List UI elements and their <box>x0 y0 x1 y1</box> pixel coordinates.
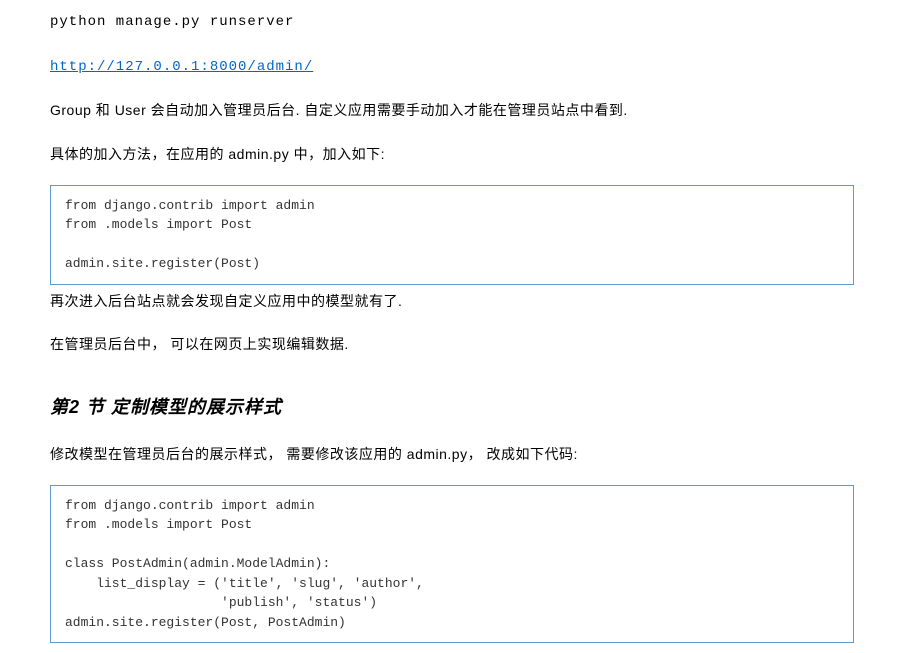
paragraph-modify-admin: 修改模型在管理员后台的展示样式， 需要修改该应用的 admin.py， 改成如下… <box>50 442 854 467</box>
admin-url-link[interactable]: http://127.0.0.1:8000/admin/ <box>50 59 313 75</box>
code-block-postadmin: from django.contrib import admin from .m… <box>50 485 854 644</box>
paragraph-auto-add: Group 和 User 会自动加入管理员后台. 自定义应用需要手动加入才能在管… <box>50 98 854 123</box>
section-2-heading: 第2 节 定制模型的展示样式 <box>50 391 854 423</box>
admin-url-line: http://127.0.0.1:8000/admin/ <box>50 53 854 80</box>
paragraph-edit-data: 在管理员后台中， 可以在网页上实现编辑数据. <box>50 332 854 357</box>
paragraph-howto: 具体的加入方法，在应用的 admin.py 中，加入如下: <box>50 142 854 167</box>
paragraph-after-register: 再次进入后台站点就会发现自定义应用中的模型就有了. <box>50 289 854 314</box>
code-block-register: from django.contrib import admin from .m… <box>50 185 854 285</box>
shell-command: python manage.py runserver <box>50 10 854 35</box>
